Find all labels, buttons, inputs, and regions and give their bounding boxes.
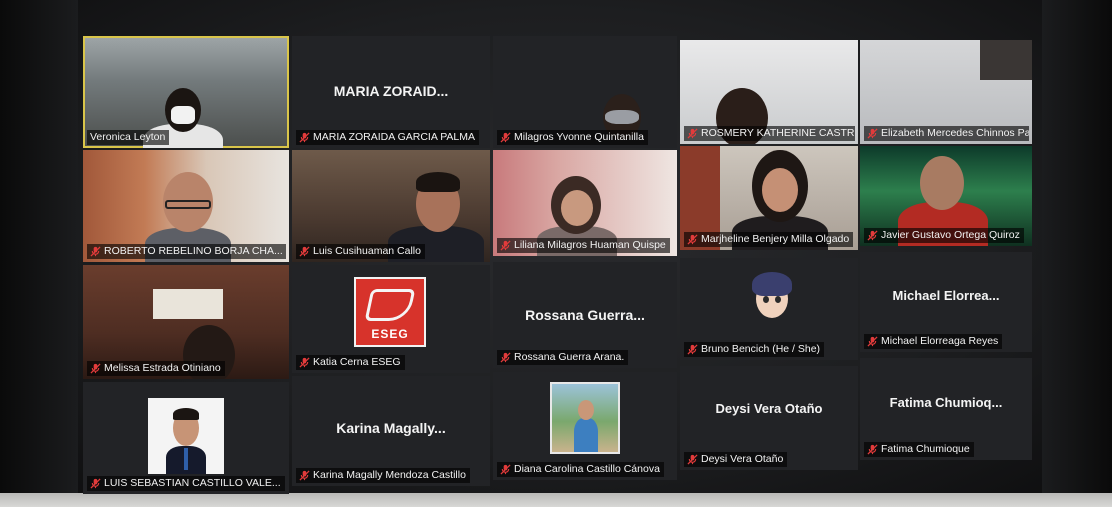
mic-muted-icon	[90, 478, 101, 489]
mic-muted-icon	[867, 444, 878, 455]
mic-muted-icon	[867, 230, 878, 241]
participant-tile[interactable]: ROSMERY KATHERINE CASTRO ...	[680, 40, 858, 144]
participant-tile[interactable]: Milagros Yvonne Quintanilla	[493, 36, 677, 148]
profile-photo	[148, 398, 224, 474]
mic-muted-icon	[299, 357, 310, 368]
participant-name: Fatima Chumioque	[881, 443, 970, 455]
participant-tile[interactable]: Rossana Guerra... Rossana Guerra Arana.	[493, 262, 677, 368]
participant-name: Veronica Leyton	[90, 131, 166, 143]
participant-tile[interactable]: Fatima Chumioq... Fatima Chumioque	[860, 358, 1032, 460]
participant-name-tag: Karina Magally Mendoza Castillo	[296, 468, 470, 483]
participant-name-tag: Bruno Bencich (He / She)	[684, 342, 825, 357]
participant-tile[interactable]: Bruno Bencich (He / She)	[680, 258, 858, 360]
participant-name-tag: LUIS SEBASTIAN CASTILLO VALE...	[87, 476, 285, 491]
participant-name-tag: Rossana Guerra Arana.	[497, 350, 629, 365]
participant-tile[interactable]: Marjheline Benjery Milla Olgado	[680, 146, 858, 250]
participant-name-tag: Javier Gustavo Ortega Quiroz	[864, 228, 1024, 243]
participant-name: Liliana Milagros Huaman Quispe	[514, 239, 666, 251]
mic-muted-icon	[90, 246, 101, 257]
eseg-logo: ESEG	[354, 277, 426, 347]
participant-tile[interactable]: ESEG Katia Cerna ESEG	[292, 265, 490, 373]
participant-name-tag: Marjheline Benjery Milla Olgado	[684, 232, 854, 247]
mic-muted-icon	[687, 234, 698, 245]
participant-name-tag: Diana Carolina Castillo Cánova	[497, 462, 664, 477]
participant-name: Milagros Yvonne Quintanilla	[514, 131, 644, 143]
participant-name-tag: Milagros Yvonne Quintanilla	[497, 130, 648, 145]
participant-name: MARIA ZORAIDA GARCIA PALMA	[313, 131, 476, 143]
monitor-bezel-left	[0, 0, 78, 507]
desk-surface	[0, 493, 1112, 507]
participant-name: Marjheline Benjery Milla Olgado	[701, 233, 850, 245]
participant-name-tag: Katia Cerna ESEG	[296, 355, 405, 370]
participant-tile[interactable]: Deysi Vera Otaño Deysi Vera Otaño	[680, 366, 858, 470]
participant-name-tag: MARIA ZORAIDA GARCIA PALMA	[296, 130, 480, 145]
participant-name-tag: Liliana Milagros Huaman Quispe	[497, 238, 670, 253]
mic-muted-icon	[687, 128, 698, 139]
mic-muted-icon	[500, 240, 511, 251]
participant-name: ROBERTO REBELINO BORJA CHA...	[104, 245, 283, 257]
participant-name: Luis Cusihuaman Callo	[313, 245, 421, 257]
mic-muted-icon	[500, 352, 511, 363]
participant-name-tag: Melissa Estrada Otiniano	[87, 361, 225, 376]
participant-name: Bruno Bencich (He / She)	[701, 343, 821, 355]
mic-muted-icon	[500, 464, 511, 475]
mic-muted-icon	[867, 336, 878, 347]
participant-tile[interactable]: ROBERTO REBELINO BORJA CHA...	[83, 150, 289, 262]
participant-name-tag: ROSMERY KATHERINE CASTRO ...	[684, 126, 855, 141]
participant-name-tag: Luis Cusihuaman Callo	[296, 244, 425, 259]
participant-tile[interactable]: Michael Elorrea... Michael Elorreaga Rey…	[860, 252, 1032, 352]
mic-muted-icon	[867, 128, 878, 139]
avatar	[752, 272, 792, 322]
participant-tile[interactable]: Liliana Milagros Huaman Quispe	[493, 150, 677, 256]
participant-tile[interactable]: Karina Magally... Karina Magally Mendoza…	[292, 376, 490, 486]
mic-muted-icon	[500, 132, 511, 143]
participant-display-name: Fatima Chumioq...	[889, 394, 1003, 410]
participant-name-tag: Michael Elorreaga Reyes	[864, 334, 1003, 349]
monitor-bezel-right	[1042, 0, 1112, 507]
participant-tile[interactable]: Veronica Leyton	[83, 36, 289, 148]
participant-tile[interactable]: Elizabeth Mercedes Chinnos Pal...	[860, 40, 1032, 144]
mic-muted-icon	[687, 454, 698, 465]
mic-muted-icon	[90, 363, 101, 374]
participant-name: Diana Carolina Castillo Cánova	[514, 463, 660, 475]
participant-name: ROSMERY KATHERINE CASTRO ...	[701, 127, 855, 139]
participant-tile[interactable]: Javier Gustavo Ortega Quiroz	[860, 146, 1032, 246]
profile-photo	[550, 382, 620, 454]
participant-display-name: Michael Elorrea...	[892, 288, 1000, 303]
participant-display-name: Karina Magally...	[336, 420, 446, 436]
participant-name: Katia Cerna ESEG	[313, 356, 401, 368]
participant-tile[interactable]: MARIA ZORAID... MARIA ZORAIDA GARCIA PAL…	[292, 36, 490, 148]
participant-name-tag: Elizabeth Mercedes Chinnos Pal...	[864, 126, 1029, 141]
participant-name: Elizabeth Mercedes Chinnos Pal...	[881, 127, 1029, 139]
participant-name: Michael Elorreaga Reyes	[881, 335, 999, 347]
meeting-screen: Veronica Leyton MARIA ZORAID... MARIA ZO…	[0, 0, 1112, 507]
participant-tile[interactable]: LUIS SEBASTIAN CASTILLO VALE...	[83, 382, 289, 494]
participant-name: Deysi Vera Otaño	[701, 453, 784, 465]
participant-display-name: MARIA ZORAID...	[333, 83, 449, 100]
participant-display-name: Rossana Guerra...	[525, 306, 645, 323]
participant-display-name: Deysi Vera Otaño	[715, 401, 823, 417]
participant-name-tag: ROBERTO REBELINO BORJA CHA...	[87, 244, 286, 259]
mic-muted-icon	[299, 132, 310, 143]
participant-name-tag: Veronica Leyton	[87, 130, 170, 145]
participant-name-tag: Deysi Vera Otaño	[684, 452, 788, 467]
participant-name: LUIS SEBASTIAN CASTILLO VALE...	[104, 477, 281, 489]
participant-name-tag: Fatima Chumioque	[864, 442, 974, 457]
participant-name: Javier Gustavo Ortega Quiroz	[881, 229, 1020, 241]
mic-muted-icon	[299, 470, 310, 481]
participant-tile[interactable]: Diana Carolina Castillo Cánova	[493, 372, 677, 480]
participant-name: Rossana Guerra Arana.	[514, 351, 625, 363]
mic-muted-icon	[299, 246, 310, 257]
eseg-logo-text: ESEG	[371, 327, 409, 341]
participant-tile[interactable]: Melissa Estrada Otiniano	[83, 265, 289, 379]
participant-name: Melissa Estrada Otiniano	[104, 362, 221, 374]
participant-name: Karina Magally Mendoza Castillo	[313, 469, 466, 481]
mic-muted-icon	[687, 344, 698, 355]
participant-tile[interactable]: Luis Cusihuaman Callo	[292, 150, 490, 262]
